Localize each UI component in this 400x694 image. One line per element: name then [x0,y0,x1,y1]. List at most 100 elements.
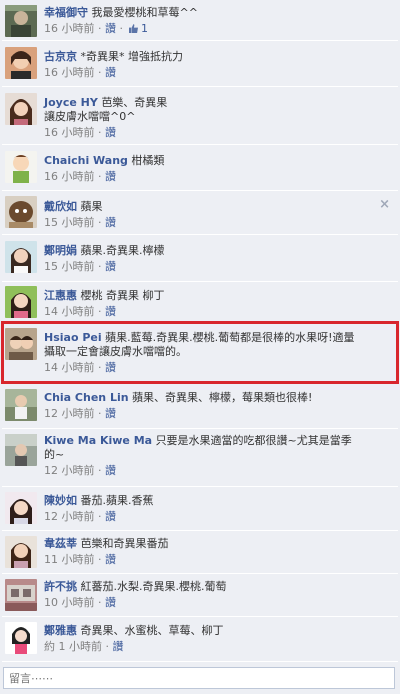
comment-item: 古京京 *奇異果* 增強抵抗力 16 小時前 · 讚 [2,41,398,87]
like-link[interactable]: 讚 [105,305,116,318]
commenter-name[interactable]: 江惠惠 [44,289,77,302]
comment-text-line2: 攝取一定會讓皮膚水噹噹的。 [44,345,187,358]
comment-time[interactable]: 16 小時前 [44,66,95,79]
like-link[interactable]: 讚 [105,260,116,273]
like-link[interactable]: 讚 [105,464,116,477]
comment-time[interactable]: 15 小時前 [44,260,95,273]
comment-item: 鄭雅惠 奇異果、水蜜桃、草莓、柳丁 約 1 小時前 · 讚 [2,617,398,662]
comment-meta: 16 小時前 · 讚 [44,66,116,79]
comment-time[interactable]: 15 小時前 [44,216,95,229]
commenter-name[interactable]: Chia Chen Lin [44,391,129,404]
avatar[interactable] [5,536,37,568]
avatar[interactable] [5,434,37,466]
comment-time[interactable]: 14 小時前 [44,361,95,374]
comment-text: *奇異果* 增強抵抗力 [80,50,184,63]
avatar[interactable] [5,286,37,318]
comment-time[interactable]: 12 小時前 [44,464,95,477]
comment-meta: 16 小時前 · 讚 [44,170,116,183]
like-link[interactable]: 讚 [113,640,124,653]
comment-meta: 11 小時前 · 讚 [44,553,116,566]
thumbs-up-icon[interactable] [128,24,138,33]
comment-text: 紅蕃茄.水梨.奇異果.櫻桃.葡萄 [80,580,227,593]
comment-body: Joyce HY 芭樂、奇異果 讓皮膚水噹噹^0^ 16 小時前 · 讚 [44,96,384,140]
comment-item: Joyce HY 芭樂、奇異果 讓皮膚水噹噹^0^ 16 小時前 · 讚 [2,87,398,145]
avatar[interactable] [5,241,37,273]
comment-body: 古京京 *奇異果* 增強抵抗力 16 小時前 · 讚 [44,50,384,80]
comment-item-highlighted: Hsiao Pei 蘋果.藍莓.奇異果.櫻桃.葡萄都是很棒的水果呀!適量 攝取一… [1,321,399,384]
commenter-name[interactable]: 幸福御守 [44,6,88,19]
avatar[interactable] [5,622,37,654]
comment-input-box[interactable] [3,667,395,689]
comment-body: 鄭雅惠 奇異果、水蜜桃、草莓、柳丁 約 1 小時前 · 讚 [44,624,384,654]
comment-meta: 14 小時前 · 讚 [44,305,116,318]
comment-item: Chia Chen Lin 蘋果、奇異果、檸檬，莓果類也很棒! 12 小時前 ·… [2,384,398,429]
like-link[interactable]: 讚 [105,66,116,79]
comment-text: 柑橘類 [131,154,165,167]
avatar[interactable] [5,47,37,79]
commenter-name[interactable]: 古京京 [44,50,77,63]
comment-text: 蘋果.奇異果.檸檬 [80,244,165,257]
avatar[interactable] [5,328,37,360]
commenter-name[interactable]: 鄭明娟 [44,244,77,257]
comment-time[interactable]: 12 小時前 [44,407,95,420]
like-link[interactable]: 讚 [105,22,116,35]
comment-text: 蘋果、奇異果、檸檬，莓果類也很棒! [132,391,313,404]
comment-input[interactable] [4,668,394,688]
comment-body: 陳妙如 番茄.蘋果.香蕉 12 小時前 · 讚 [44,494,384,524]
avatar[interactable] [5,151,37,183]
like-link[interactable]: 讚 [105,596,116,609]
comment-text: 芭樂和奇異果番茄 [80,537,169,550]
like-link[interactable]: 讚 [105,216,116,229]
commenter-name[interactable]: Joyce HY [44,96,98,109]
commenter-name[interactable]: Hsiao Pei [44,331,102,344]
commenter-name[interactable]: 韋茲莘 [44,537,77,550]
comment-time[interactable]: 16 小時前 [44,126,95,139]
comment-time[interactable]: 12 小時前 [44,510,95,523]
commenter-name[interactable]: 陳妙如 [44,494,77,507]
comment-time[interactable]: 14 小時前 [44,305,95,318]
commenter-name[interactable]: Chaichi Wang [44,154,128,167]
avatar[interactable] [5,389,37,421]
comment-text-line2: 讓皮膚水噹噹^0^ [44,110,136,123]
comment-meta: 15 小時前 · 讚 [44,260,116,273]
avatar[interactable] [5,196,37,228]
commenter-name[interactable]: 鄭雅惠 [44,624,77,637]
comment-body: 許不挑 紅蕃茄.水梨.奇異果.櫻桃.葡萄 10 小時前 · 讚 [44,580,384,610]
commenter-name[interactable]: Kiwe Ma Kiwe Ma [44,434,152,447]
comment-text: 番茄.蘋果.香蕉 [80,494,154,507]
comment-item: Kiwe Ma Kiwe Ma 只要是水果適當的吃都很讚~尤其是當季 的~ 12… [2,429,398,487]
like-link[interactable]: 讚 [105,361,116,374]
like-link[interactable]: 讚 [105,510,116,523]
comment-item: 陳妙如 番茄.蘋果.香蕉 12 小時前 · 讚 [2,487,398,531]
comment-time[interactable]: 10 小時前 [44,596,95,609]
comment-body: 鄭明娟 蘋果.奇異果.檸檬 15 小時前 · 讚 [44,244,384,274]
like-link[interactable]: 讚 [105,553,116,566]
comment-meta: 約 1 小時前 · 讚 [44,640,124,653]
comment-time[interactable]: 16 小時前 [44,170,95,183]
comment-text: 蘋果.藍莓.奇異果.櫻桃.葡萄都是很棒的水果呀!適量 [105,331,355,344]
comment-item: 幸福御守 我最愛櫻桃和草莓^^ 16 小時前 · 讚 · 1 [2,2,398,41]
comment-time[interactable]: 16 小時前 [44,22,95,35]
comment-time[interactable]: 約 1 小時前 [44,640,102,653]
commenter-name[interactable]: 戴欣如 [44,200,77,213]
avatar[interactable] [5,93,37,125]
comment-meta: 12 小時前 · 讚 [44,510,116,523]
comment-text: 只要是水果適當的吃都很讚~尤其是當季 [155,434,352,447]
like-count[interactable]: 1 [141,22,148,35]
like-link[interactable]: 讚 [105,407,116,420]
like-link[interactable]: 讚 [105,126,116,139]
avatar[interactable] [5,492,37,524]
comment-item: 戴欣如 蘋果 15 小時前 · 讚 × [2,191,398,235]
avatar[interactable] [5,579,37,611]
comment-body: Chia Chen Lin 蘋果、奇異果、檸檬，莓果類也很棒! 12 小時前 ·… [44,391,384,421]
comment-text: 芭樂、奇異果 [101,96,168,109]
comment-item: 江惠惠 櫻桃 奇異果 柳丁 14 小時前 · 讚 [2,282,398,323]
comment-time[interactable]: 11 小時前 [44,553,95,566]
comment-body: Kiwe Ma Kiwe Ma 只要是水果適當的吃都很讚~尤其是當季 的~ 12… [44,434,384,478]
comment-meta: 15 小時前 · 讚 [44,216,116,229]
commenter-name[interactable]: 許不挑 [44,580,77,593]
like-link[interactable]: 讚 [105,170,116,183]
comment-text-line2: 的~ [44,448,65,461]
avatar[interactable] [5,5,37,37]
close-icon[interactable]: × [379,197,390,212]
